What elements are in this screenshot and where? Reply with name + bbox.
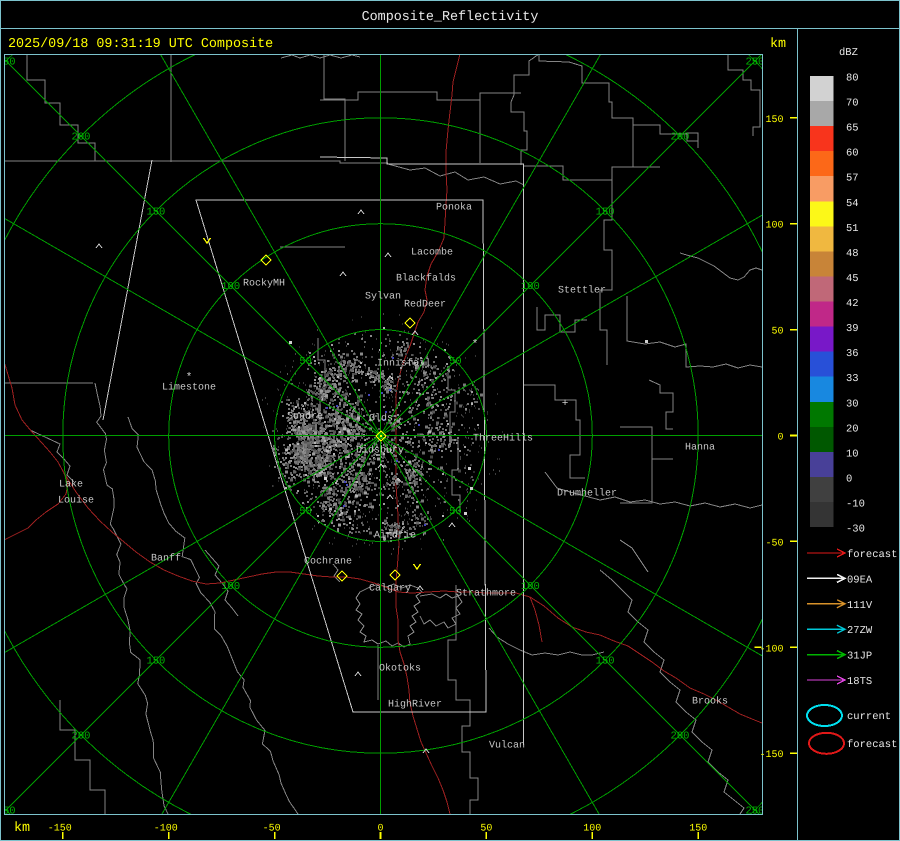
svg-text:200: 200: [72, 731, 91, 743]
svg-text:36: 36: [846, 348, 859, 360]
svg-text:Limestone: Limestone: [162, 382, 216, 394]
svg-text:Lacombe: Lacombe: [411, 247, 453, 259]
svg-text:31JP: 31JP: [847, 651, 872, 663]
svg-text:-100: -100: [154, 824, 178, 835]
svg-text:10: 10: [846, 448, 859, 460]
svg-text:18TS: 18TS: [847, 676, 872, 688]
svg-text:100: 100: [221, 581, 240, 593]
svg-text:54: 54: [846, 198, 859, 210]
svg-text:dBZ: dBZ: [839, 47, 858, 59]
svg-text:50: 50: [449, 506, 462, 518]
svg-text:42: 42: [846, 298, 859, 310]
svg-text:150: 150: [146, 206, 165, 218]
svg-text:100: 100: [765, 221, 783, 232]
svg-text:Stettler: Stettler: [558, 285, 606, 297]
svg-text:Strathmore: Strathmore: [456, 588, 516, 600]
svg-text:Olds: Olds: [369, 413, 393, 425]
svg-text:09EA: 09EA: [847, 574, 873, 586]
svg-text:80: 80: [846, 73, 859, 85]
svg-text:-100: -100: [759, 644, 783, 655]
svg-text:forecast: forecast: [847, 549, 897, 561]
svg-text:20: 20: [846, 423, 859, 435]
svg-text:48: 48: [846, 248, 859, 260]
svg-text:Blackfalds: Blackfalds: [396, 273, 456, 285]
svg-text:-50: -50: [765, 538, 783, 549]
svg-text:57: 57: [846, 173, 859, 185]
svg-text:Composite_Reflectivity: Composite_Reflectivity: [362, 10, 539, 25]
svg-text:Innisfail: Innisfail: [377, 358, 431, 370]
svg-text:-150: -150: [759, 750, 783, 761]
svg-text:Brooks: Brooks: [692, 696, 728, 708]
svg-text:30: 30: [846, 398, 859, 410]
svg-text:*: *: [472, 339, 479, 351]
svg-text:-10: -10: [846, 499, 865, 511]
svg-text:Lake: Lake: [59, 479, 83, 491]
svg-text:200: 200: [671, 731, 690, 743]
svg-text:100: 100: [521, 581, 540, 593]
svg-text:forecast: forecast: [847, 739, 897, 751]
svg-text:-150: -150: [48, 824, 72, 835]
svg-text:Airdrie: Airdrie: [374, 530, 416, 542]
svg-text:-50: -50: [263, 824, 281, 835]
svg-text:Drumheller: Drumheller: [557, 488, 617, 500]
svg-text:200: 200: [72, 132, 91, 144]
svg-text:Cochrane: Cochrane: [304, 556, 352, 568]
svg-text:250: 250: [745, 57, 764, 69]
svg-text:100: 100: [521, 281, 540, 293]
svg-text:2025/09/18 09:31:19 UTC Compos: 2025/09/18 09:31:19 UTC Composite: [8, 37, 273, 52]
svg-text:111V: 111V: [847, 600, 873, 612]
svg-text:Calgary: Calgary: [369, 583, 411, 595]
svg-text:Didsbury: Didsbury: [356, 445, 404, 457]
svg-text:60: 60: [846, 148, 859, 160]
svg-text:Vulcan: Vulcan: [489, 740, 525, 752]
svg-text:33: 33: [846, 373, 859, 385]
svg-text:Ponoka: Ponoka: [436, 202, 472, 214]
svg-text:0: 0: [846, 474, 852, 486]
svg-text:Sylvan: Sylvan: [365, 291, 401, 303]
svg-text:Hanna: Hanna: [685, 443, 715, 454]
svg-text:70: 70: [846, 98, 859, 110]
svg-text:Sundre: Sundre: [287, 411, 323, 423]
svg-text:km: km: [14, 821, 30, 836]
svg-text:200: 200: [671, 132, 690, 144]
svg-text:150: 150: [146, 656, 165, 668]
svg-text:50: 50: [449, 356, 462, 368]
svg-text:HighRiver: HighRiver: [388, 699, 442, 711]
svg-text:39: 39: [846, 323, 859, 335]
svg-text:100: 100: [221, 281, 240, 293]
svg-text:0: 0: [777, 433, 783, 444]
svg-text:-30: -30: [846, 524, 865, 536]
svg-text:27ZW: 27ZW: [847, 625, 873, 637]
svg-text:50: 50: [299, 356, 312, 368]
svg-text:Okotoks: Okotoks: [379, 663, 421, 675]
svg-text:RedDeer: RedDeer: [404, 299, 446, 311]
svg-text:RockyMH: RockyMH: [243, 278, 285, 290]
svg-text:65: 65: [846, 123, 859, 135]
svg-text:+: +: [562, 398, 569, 410]
svg-text:51: 51: [846, 223, 859, 235]
svg-text:Louise: Louise: [58, 495, 94, 507]
svg-text:Banff: Banff: [151, 553, 181, 565]
svg-text:ThreeHills: ThreeHills: [473, 433, 533, 445]
svg-text:150: 150: [596, 206, 615, 218]
svg-text:45: 45: [846, 273, 859, 285]
svg-text:50: 50: [771, 327, 783, 338]
svg-text:150: 150: [596, 656, 615, 668]
svg-text:current: current: [847, 711, 891, 723]
svg-text:150: 150: [765, 115, 783, 126]
svg-text:km: km: [770, 37, 786, 52]
svg-text:50: 50: [299, 506, 312, 518]
